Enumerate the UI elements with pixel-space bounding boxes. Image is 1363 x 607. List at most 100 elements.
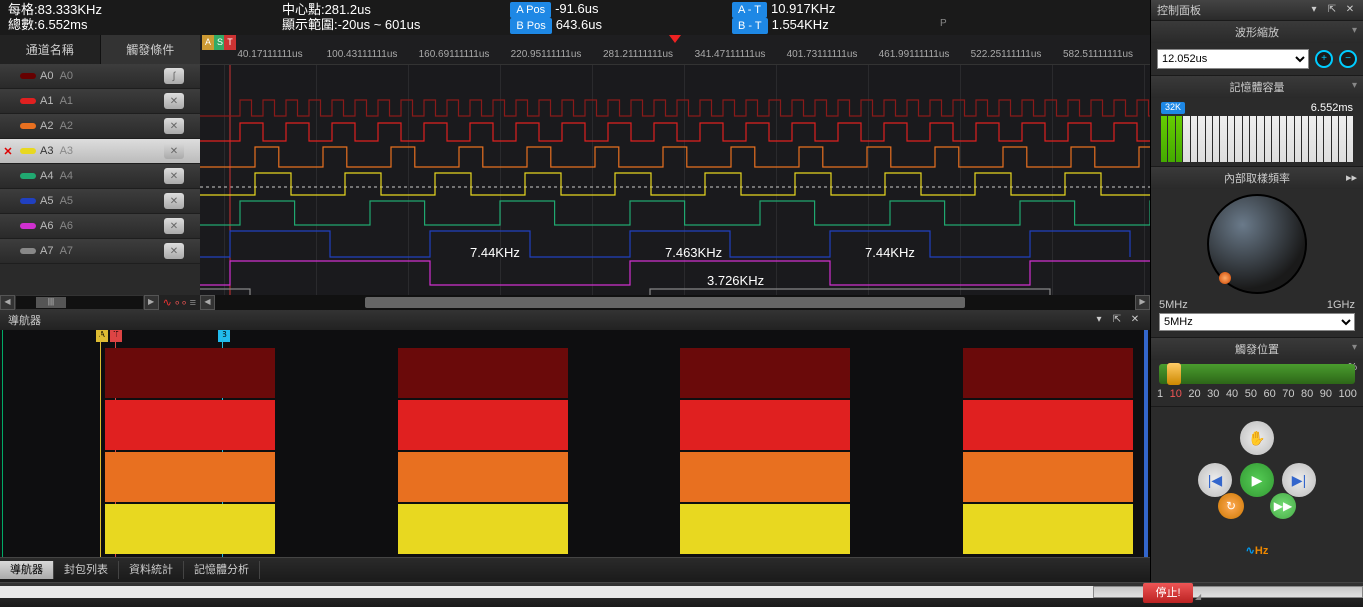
nav-block xyxy=(963,400,1133,450)
channel-row-a7[interactable]: A7 A7 ✕ xyxy=(0,239,200,264)
nav-pin-icon[interactable]: ⇱ xyxy=(1110,313,1124,327)
ctrl-close-icon[interactable]: ✕ xyxy=(1343,3,1357,17)
ruler-marker-t[interactable]: T xyxy=(224,35,236,50)
trigger-condition-button[interactable]: ✕ xyxy=(164,168,184,184)
dpad-repeat-icon[interactable]: ↻ xyxy=(1218,493,1244,519)
wave-scroll-thumb[interactable] xyxy=(365,297,965,308)
navigator-body[interactable]: A T B xyxy=(0,330,1150,557)
trigger-condition-button[interactable]: ✕ xyxy=(164,193,184,209)
status-resize-grip-icon[interactable]: ◢ xyxy=(1195,592,1207,604)
trigger-condition-button[interactable]: ✕ xyxy=(164,143,184,159)
dpad-play-icon[interactable]: ▶ xyxy=(1240,463,1274,497)
badge-a-pos: A Pos xyxy=(510,2,551,18)
channel-row-a6[interactable]: A6 A6 ✕ xyxy=(0,214,200,239)
memory-bars[interactable] xyxy=(1161,116,1353,162)
memory-total-label: 6.552ms xyxy=(1311,102,1353,114)
column-header-channel-name: 通道名稱 xyxy=(0,35,101,64)
nav-cursor-end[interactable] xyxy=(1144,330,1148,557)
zoom-out-icon[interactable]: − xyxy=(1339,50,1357,68)
list-mode-icon[interactable]: ≡ xyxy=(190,297,196,309)
trigger-condition-button[interactable]: ✕ xyxy=(164,93,184,109)
nav-block xyxy=(680,504,850,554)
rate-more-icon[interactable]: ▸▸ xyxy=(1346,171,1357,184)
channel-row-a1[interactable]: A1 A1 ✕ xyxy=(0,89,200,114)
sample-rate-select[interactable]: 5MHz xyxy=(1159,313,1355,331)
dpad-next-icon[interactable]: ▶| xyxy=(1282,463,1316,497)
nav-tab-1[interactable]: 封包列表 xyxy=(54,561,119,579)
rate-max-label: 1GHz xyxy=(1327,299,1355,311)
ruler-tick: 100.43111111us xyxy=(327,49,398,60)
zoom-select[interactable]: 12.052us xyxy=(1157,49,1309,69)
ruler-tick: 582.51111111us xyxy=(1063,49,1133,60)
status-scroll-thumb[interactable] xyxy=(1093,586,1363,598)
channel-remove-icon[interactable]: ✕ xyxy=(0,145,16,158)
badge-a-t: A - T xyxy=(732,2,767,18)
trigger-collapse-icon[interactable]: ▾ xyxy=(1352,342,1357,353)
nav-cursor-a[interactable] xyxy=(100,330,101,557)
wave-scroll-right-button[interactable]: ▶ xyxy=(1135,295,1150,310)
trigger-condition-button[interactable]: ✕ xyxy=(164,118,184,134)
trigger-marker-icon xyxy=(669,35,681,43)
ruler-tick: 341.47111111us xyxy=(695,49,766,60)
ch-scroll-left-button[interactable]: ◀ xyxy=(0,295,15,310)
nav-block xyxy=(963,348,1133,398)
nav-marker-b[interactable]: B xyxy=(218,330,230,342)
ctrl-pin-icon[interactable]: ⇱ xyxy=(1325,3,1339,17)
trigger-tick: 100 xyxy=(1339,388,1357,400)
nav-block xyxy=(963,452,1133,502)
trigger-position-slider[interactable] xyxy=(1159,364,1355,384)
trigger-condition-button[interactable]: ✕ xyxy=(164,243,184,259)
nav-cursor-start[interactable] xyxy=(2,330,3,557)
channel-row-a5[interactable]: A5 A5 ✕ xyxy=(0,189,200,214)
time-ruler: A S T 40.17111111us100.43111111us160.691… xyxy=(200,35,1150,65)
control-panel: 控制面板 ▾ ⇱ ✕ 波形縮放▾ 12.052us + − 記憶體容量▾ 32K… xyxy=(1150,0,1363,582)
trigger-condition-button[interactable]: ✕ xyxy=(164,218,184,234)
wave-scroll-left-button[interactable]: ◀ xyxy=(200,295,215,310)
channel-color-swatch xyxy=(20,173,36,179)
value-per-grid: 83.333KHz xyxy=(38,2,102,17)
hz-indicator-icon: ∿Hz xyxy=(1246,542,1269,557)
wave-mode-icon[interactable]: ∿ xyxy=(163,296,172,309)
freq-annotation-4: 3.726KHz xyxy=(707,273,764,288)
dpad-prev-icon[interactable]: |◀ xyxy=(1198,463,1232,497)
sample-rate-knob[interactable] xyxy=(1207,194,1307,294)
channel-row-a3[interactable]: ✕ A3 A3 ✕ xyxy=(0,139,200,164)
memory-used-badge: 32K xyxy=(1161,102,1185,114)
waveform-display[interactable]: A S T 40.17111111us100.43111111us160.691… xyxy=(200,35,1150,310)
stop-button[interactable]: 停止! xyxy=(1143,583,1193,603)
nav-close-icon[interactable]: ✕ xyxy=(1128,313,1142,327)
label-p: P xyxy=(940,18,947,29)
ruler-marker-a[interactable]: A xyxy=(202,35,214,50)
column-header-trigger-cond: 觸發條件 xyxy=(101,35,201,64)
trigger-tick: 1 xyxy=(1157,388,1163,400)
nav-block xyxy=(963,504,1133,554)
dpad-step-icon[interactable]: ▶▶ xyxy=(1270,493,1296,519)
nav-marker-a[interactable]: A xyxy=(96,330,108,342)
memory-collapse-icon[interactable]: ▾ xyxy=(1352,80,1357,91)
section-trigger-title: 觸發位置 xyxy=(1235,344,1279,356)
dots-mode-icon[interactable]: ∘∘ xyxy=(174,296,188,309)
channel-name-label: A0 A0 xyxy=(40,70,110,82)
nav-marker-t[interactable]: T xyxy=(110,330,122,342)
ch-scroll-right-button[interactable]: ▶ xyxy=(144,295,159,310)
channel-name-label: A7 A7 xyxy=(40,245,110,257)
wave-scroll-track[interactable] xyxy=(215,295,1135,310)
dpad-hand-icon[interactable]: ✋ xyxy=(1240,421,1274,455)
ctrl-dropdown-icon[interactable]: ▾ xyxy=(1307,3,1321,17)
nav-tab-3[interactable]: 記憶體分析 xyxy=(184,561,260,579)
value-a-pos: -91.6us xyxy=(555,1,598,16)
nav-tab-2[interactable]: 資料統計 xyxy=(119,561,184,579)
nav-dropdown-icon[interactable]: ▾ xyxy=(1092,313,1106,327)
nav-tab-0[interactable]: 導航器 xyxy=(0,561,54,579)
ch-scroll-track[interactable]: ||| xyxy=(15,295,144,310)
zoom-in-icon[interactable]: + xyxy=(1315,50,1333,68)
trigger-condition-button[interactable]: ∫ xyxy=(164,68,184,84)
zoom-collapse-icon[interactable]: ▾ xyxy=(1352,25,1357,36)
channel-row-a2[interactable]: A2 A2 ✕ xyxy=(0,114,200,139)
freq-annotation-3: 7.44KHz xyxy=(865,245,915,260)
channel-row-a0[interactable]: A0 A0 ∫ xyxy=(0,64,200,89)
trigger-tick: 20 xyxy=(1188,388,1200,400)
value-range: -20us ~ 601us xyxy=(338,17,421,32)
channel-row-a4[interactable]: A4 A4 ✕ xyxy=(0,164,200,189)
navigator-panel: 導航器 ▾ ⇱ ✕ A T B 導航器封包列表資料統計記憶體分析 xyxy=(0,310,1150,582)
